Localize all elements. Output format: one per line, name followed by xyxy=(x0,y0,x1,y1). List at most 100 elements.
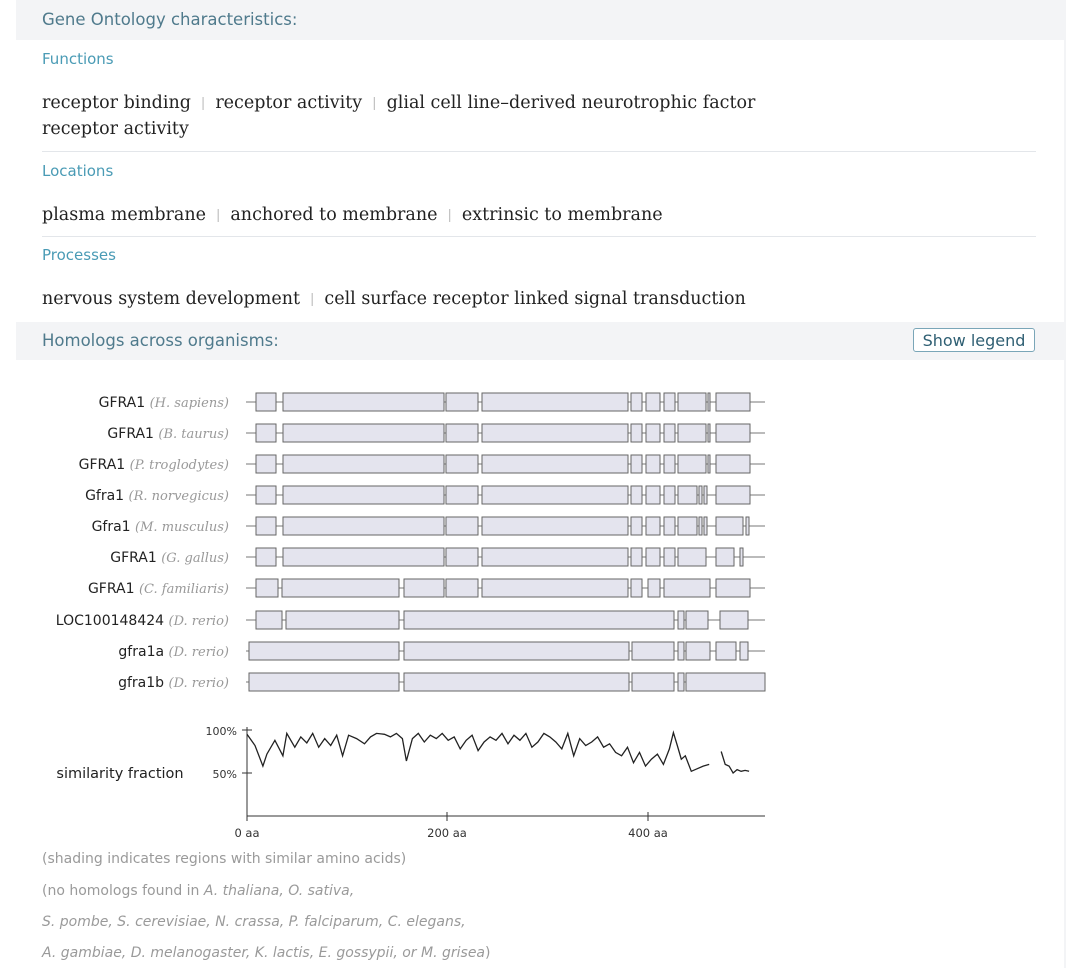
exon-block xyxy=(685,641,711,661)
exon-block xyxy=(282,485,445,505)
organism-name: (R. norvegicus) xyxy=(129,489,229,504)
organism-name: (H. sapiens) xyxy=(150,396,229,411)
exon-block xyxy=(630,454,643,474)
exon-block xyxy=(715,578,751,598)
term-separator: | xyxy=(200,96,206,111)
homolog-row-label: GFRA1 (C. familiaris) xyxy=(88,581,229,597)
y-tick-label: 100% xyxy=(206,725,237,738)
organism-name: (G. gallus) xyxy=(161,551,229,566)
note-text: ) xyxy=(485,945,491,961)
go-term-link[interactable]: cell surface receptor linked signal tran… xyxy=(324,289,745,309)
exon-block xyxy=(282,516,445,536)
exon-block xyxy=(685,610,709,630)
exon-block xyxy=(403,578,445,598)
exon-block xyxy=(715,641,737,661)
exon-block xyxy=(677,454,707,474)
exon-block xyxy=(481,516,629,536)
gene-name[interactable]: GFRA1 xyxy=(79,457,130,473)
exon-block xyxy=(739,641,749,661)
exon-block xyxy=(481,578,629,598)
go-term-link[interactable]: plasma membrane xyxy=(42,205,206,225)
exon-block xyxy=(403,641,630,661)
x-tick-label: 400 aa xyxy=(628,826,668,840)
go-term-link[interactable]: receptor binding xyxy=(42,93,191,113)
exon-block xyxy=(630,485,643,505)
exon-block xyxy=(445,547,479,567)
exon-block xyxy=(707,392,711,412)
gene-name[interactable]: LOC100148424 xyxy=(56,613,169,629)
homolog-row-label: GFRA1 (B. taurus) xyxy=(107,426,229,442)
exon-block xyxy=(282,392,445,412)
exon-block xyxy=(445,578,479,598)
similarity-series-line xyxy=(720,751,750,774)
exon-block xyxy=(645,423,661,443)
gene-name[interactable]: GFRA1 xyxy=(88,581,139,597)
go-term-link-wrap[interactable]: receptor activity xyxy=(42,119,189,139)
gene-name[interactable]: GFRA1 xyxy=(107,426,158,442)
functions-terms: receptor binding | receptor activity | glial… xyxy=(42,91,802,142)
exon-block xyxy=(255,454,277,474)
exon-block xyxy=(481,423,629,443)
x-tick-label: 200 aa xyxy=(427,826,467,840)
shading-note: (shading indicates regions with similar … xyxy=(42,851,407,867)
exon-block xyxy=(630,516,643,536)
exon-block xyxy=(630,392,643,412)
exon-block xyxy=(677,485,698,505)
organism-name: (D. rerio) xyxy=(169,676,229,691)
note-species: S. pombe, S. cerevisiae, N. crassa, P. f… xyxy=(42,914,466,930)
exon-block xyxy=(707,454,711,474)
go-term-link[interactable]: extrinsic to membrane xyxy=(462,205,663,225)
gene-name[interactable]: gfra1a xyxy=(118,644,168,660)
exon-block xyxy=(255,578,279,598)
exon-block xyxy=(677,610,685,630)
organism-name: (P. troglodytes) xyxy=(130,458,229,473)
term-separator: | xyxy=(447,208,452,223)
exon-block xyxy=(645,516,661,536)
organism-name: (M. musculus) xyxy=(135,520,229,535)
organism-name: (B. taurus) xyxy=(158,427,229,442)
gene-name[interactable]: GFRA1 xyxy=(110,550,161,566)
exon-block xyxy=(255,516,277,536)
go-term-link[interactable]: receptor activity xyxy=(215,93,362,113)
go-term-link[interactable]: glial cell line–derived neurotrophic fac… xyxy=(387,93,756,113)
exon-block xyxy=(698,485,703,505)
exon-block xyxy=(630,547,643,567)
exon-block xyxy=(282,547,445,567)
gene-name[interactable]: gfra1b xyxy=(118,675,168,691)
exon-block xyxy=(255,547,277,567)
exon-block xyxy=(715,516,744,536)
homolog-row-label: Gfra1 (R. norvegicus) xyxy=(85,488,229,504)
note-species: A. gambiae, D. melanogaster, K. lactis, … xyxy=(42,945,486,961)
gene-name[interactable]: Gfra1 xyxy=(92,519,135,535)
homologs-section-title: Homologs across organisms: xyxy=(42,331,279,350)
go-content xyxy=(16,40,1064,322)
exon-block xyxy=(403,672,630,692)
gene-name[interactable]: Gfra1 xyxy=(85,488,128,504)
exon-block xyxy=(248,641,400,661)
exon-block xyxy=(248,672,400,692)
homolog-diagram: GFRA1 (H. sapiens)GFRA1 (B. taurus)GFRA1… xyxy=(56,392,766,840)
functions-heading: Functions xyxy=(42,50,114,68)
exon-block xyxy=(481,392,629,412)
exon-block xyxy=(481,547,629,567)
exon-block xyxy=(663,423,676,443)
exon-block xyxy=(663,547,676,567)
exon-block xyxy=(631,641,675,661)
exon-block xyxy=(703,485,708,505)
exon-block xyxy=(739,547,744,567)
exon-block xyxy=(663,454,676,474)
exon-block xyxy=(677,392,707,412)
exon-block xyxy=(255,392,277,412)
gene-name[interactable]: GFRA1 xyxy=(99,395,150,411)
homolog-row-label: gfra1b (D. rerio) xyxy=(118,675,229,691)
exon-block xyxy=(445,392,479,412)
go-term-link[interactable]: anchored to membrane xyxy=(230,205,437,225)
go-term-link[interactable]: nervous system development xyxy=(42,289,300,309)
exon-block xyxy=(630,578,643,598)
exon-block xyxy=(715,547,735,567)
exon-block xyxy=(677,641,685,661)
homolog-row-label: gfra1a (D. rerio) xyxy=(118,644,229,660)
exon-block xyxy=(703,516,708,536)
exon-block xyxy=(663,392,676,412)
show-legend-button[interactable]: Show legend xyxy=(913,328,1035,352)
